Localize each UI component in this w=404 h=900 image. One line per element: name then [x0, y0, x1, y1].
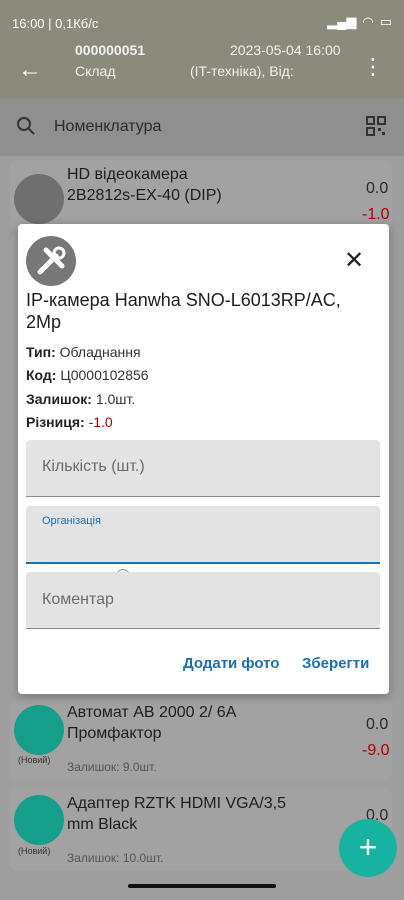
code-value: Ц0000102856 — [60, 367, 149, 383]
search-icon[interactable] — [16, 116, 36, 142]
tools-icon — [14, 174, 64, 224]
item-name: Автомат АВ 2000 2/ 6А — [67, 704, 237, 721]
item-qty: 0.0 — [366, 180, 389, 197]
warehouse-label: Склад — [75, 63, 116, 79]
item-name-2: 2B2812s-EX-40 (DIP) — [67, 187, 222, 204]
gesture-bar — [128, 884, 276, 888]
cart-icon — [14, 705, 64, 755]
dialog-title: IP-камера Hanwha SNO-L6013RP/AC, 2Mp — [26, 290, 341, 332]
more-menu-icon[interactable]: ⋮ — [362, 54, 384, 80]
item-name-2: mm Black — [67, 816, 138, 833]
plus-icon: + — [358, 829, 378, 865]
type-row: Тип: Обладнання — [26, 344, 141, 360]
type-value: Обладнання — [59, 344, 141, 360]
item-qty: 0.0 — [366, 716, 389, 733]
diff-value: -1.0 — [88, 414, 113, 430]
status-bar-left: 16:00 | 0,1Кб/с — [12, 16, 99, 31]
add-photo-button[interactable]: Додати фото — [183, 655, 279, 672]
rest-label: Залишок: — [26, 391, 92, 407]
item-diff: -9.0 — [362, 742, 390, 759]
add-button[interactable]: + — [339, 819, 397, 877]
rest-value: 1.0шт. — [95, 391, 136, 407]
type-label: Тип: — [26, 344, 56, 360]
item-name: HD відеокамера — [67, 166, 188, 183]
document-date: 2023-05-04 16:00 — [230, 42, 341, 58]
cart-icon — [14, 795, 64, 845]
new-tag: (Новий) — [18, 846, 51, 856]
wifi-icon: ◠ — [362, 14, 374, 29]
qr-scan-icon[interactable] — [366, 116, 386, 142]
item-rest: Залишок: 9.0шт. — [67, 760, 157, 774]
battery-icon: ▭ — [379, 14, 392, 29]
diff-row: Різниця: -1.0 — [26, 414, 113, 430]
tools-icon — [26, 236, 76, 286]
item-rest: Залишок: 10.0шт. — [67, 851, 164, 865]
item-name-2: Промфактор — [67, 725, 162, 742]
item-diff: -1.0 — [362, 206, 390, 223]
comment-placeholder: Коментар — [42, 591, 114, 608]
save-button[interactable]: Зберегти — [302, 655, 369, 672]
code-row: Код: Ц0000102856 — [26, 367, 149, 383]
new-tag: (Новий) — [18, 755, 51, 765]
back-arrow-icon[interactable]: ← — [18, 56, 42, 84]
organization-label: Організація — [42, 515, 101, 527]
qty-placeholder: Кількість (шт.) — [42, 458, 145, 475]
status-bar-right: ▂▄▆ ◠ ▭ — [327, 14, 392, 30]
search-input[interactable]: Номенклатура — [54, 118, 161, 136]
item-name: Адаптер RZTK HDMI VGA/3,5 — [67, 795, 286, 812]
close-icon[interactable]: ✕ — [344, 246, 364, 275]
signal-icon: ▂▄▆ — [327, 14, 357, 29]
document-number: 000000051 — [75, 42, 146, 58]
diff-label: Різниця: — [26, 414, 85, 430]
rest-row: Залишок: 1.0шт. — [26, 391, 135, 407]
document-info: (IT-техніка), Від: — [190, 63, 294, 79]
code-label: Код: — [26, 367, 57, 383]
